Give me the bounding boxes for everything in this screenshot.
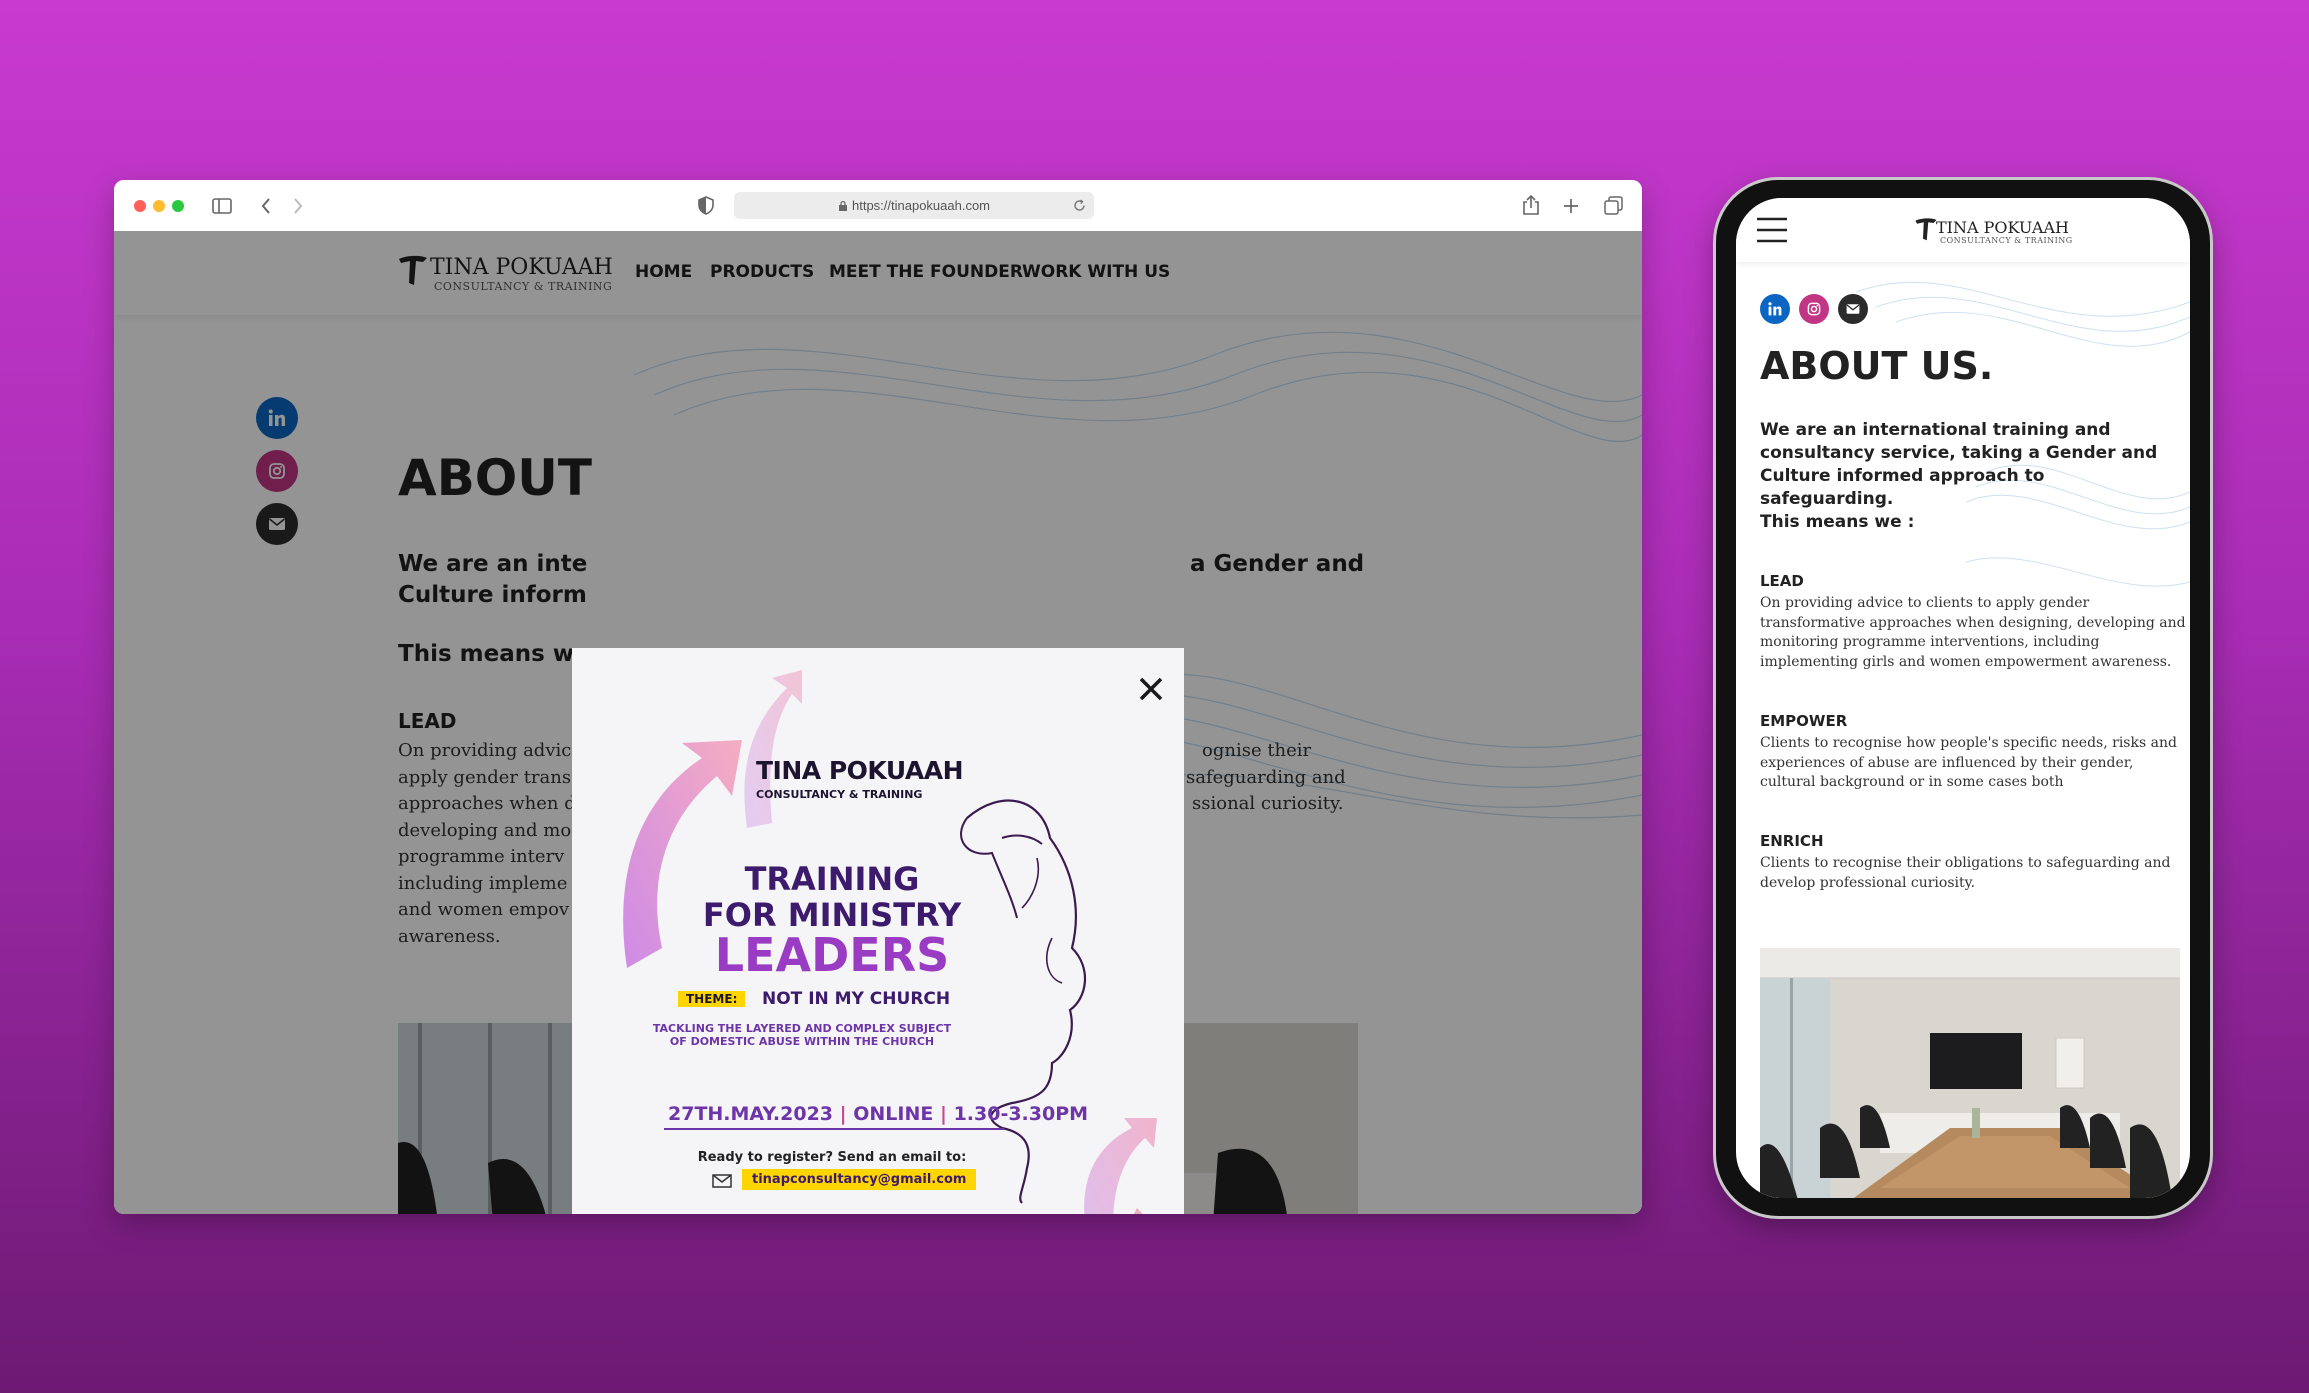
address-bar[interactable]: https://tinapokuaah.com [734, 192, 1094, 219]
mobile-this-means-we: This means we : [1760, 512, 1915, 532]
popup-theme-text: NOT IN MY CHURCH [762, 989, 951, 1009]
mobile-linkedin-icon [1768, 302, 1782, 316]
share-icon[interactable] [1522, 194, 1540, 216]
sidebar-toggle-icon[interactable] [212, 198, 232, 214]
popup-theme-label: THEME: [678, 991, 746, 1007]
mobile-section-title-enrich: ENRICH [1760, 832, 1824, 850]
mobile-brand-name[interactable]: TINA POKUAAH [1936, 218, 2069, 237]
mobile-meeting-room-photo [1760, 948, 2180, 1198]
popup-subtitle-line-1: TACKLING THE LAYERED AND COMPLEX SUBJECT [652, 1022, 952, 1035]
tab-overview-icon[interactable] [1604, 196, 1623, 215]
popup-email-link[interactable]: tinapconsultancy@gmail.com [742, 1169, 977, 1190]
back-arrow-icon[interactable] [260, 197, 272, 215]
reload-icon[interactable] [1073, 199, 1086, 212]
mobile-envelope-icon [1846, 304, 1860, 314]
mobile-about-lead: We are an international training and con… [1760, 420, 2158, 509]
url-text: https://tinapokuaah.com [851, 198, 991, 213]
mobile-section-body-enrich: Clients to recognise their obligations t… [1760, 855, 2171, 891]
new-tab-icon[interactable] [1563, 198, 1579, 214]
event-popup-modal: TINA POKUAAH CONSULTANCY & TRAINING TRAI… [572, 648, 1184, 1214]
popup-register-prompt: Ready to register? Send an email to: [697, 1150, 967, 1165]
lock-icon [838, 200, 847, 211]
mobile-brand-tagline: CONSULTANCY & TRAINING [1940, 236, 2073, 245]
mobile-section-body-empower: Clients to recognise how people's specif… [1760, 735, 2177, 790]
mobile-section-body-lead: On providing advice to clients to apply … [1760, 595, 2186, 670]
desktop-browser-window: https://tinapokuaah.com TINA POKUAAH CON [114, 180, 1642, 1214]
mobile-about-heading: ABOUT US. [1760, 344, 1994, 388]
browser-toolbar: https://tinapokuaah.com [114, 180, 1642, 232]
popup-title-line-1: TRAINING [744, 860, 920, 898]
mobile-instagram-button[interactable] [1799, 294, 1829, 324]
forward-arrow-icon[interactable] [292, 197, 304, 215]
hamburger-menu-icon[interactable] [1756, 216, 1788, 244]
popup-brand-tagline: CONSULTANCY & TRAINING [756, 788, 923, 801]
mobile-section-title-lead: LEAD [1760, 572, 1804, 590]
mobile-linkedin-button[interactable] [1760, 294, 1790, 324]
popup-event-details: 27TH.MAY.2023 | ONLINE | 1.30-3.30PM [668, 1103, 1089, 1125]
website-viewport: TINA POKUAAH CONSULTANCY & TRAINING HOME… [114, 231, 1642, 1214]
popup-title-line-3: LEADERS [714, 928, 950, 982]
mobile-instagram-icon [1807, 302, 1821, 316]
mobile-section-title-empower: EMPOWER [1760, 712, 1848, 730]
mobile-brand-logo-icon[interactable] [1914, 216, 1938, 242]
popup-brand-name: TINA POKUAAH [756, 756, 964, 785]
maximize-window-dot[interactable] [172, 200, 184, 212]
close-window-dot[interactable] [134, 200, 146, 212]
mobile-email-button[interactable] [1838, 294, 1868, 324]
privacy-shield-icon[interactable] [698, 196, 714, 215]
mobile-screen: TINA POKUAAH CONSULTANCY & TRAINING ABOU… [1736, 198, 2190, 1198]
popup-subtitle-line-2: OF DOMESTIC ABUSE WITHIN THE CHURCH [669, 1035, 935, 1048]
popup-divider [664, 1128, 1004, 1130]
close-icon[interactable] [1138, 676, 1164, 702]
mobile-phone-frame: TINA POKUAAH CONSULTANCY & TRAINING ABOU… [1716, 180, 2210, 1216]
popup-envelope-icon [712, 1174, 732, 1188]
minimize-window-dot[interactable] [153, 200, 165, 212]
mobile-header: TINA POKUAAH CONSULTANCY & TRAINING [1736, 198, 2190, 262]
